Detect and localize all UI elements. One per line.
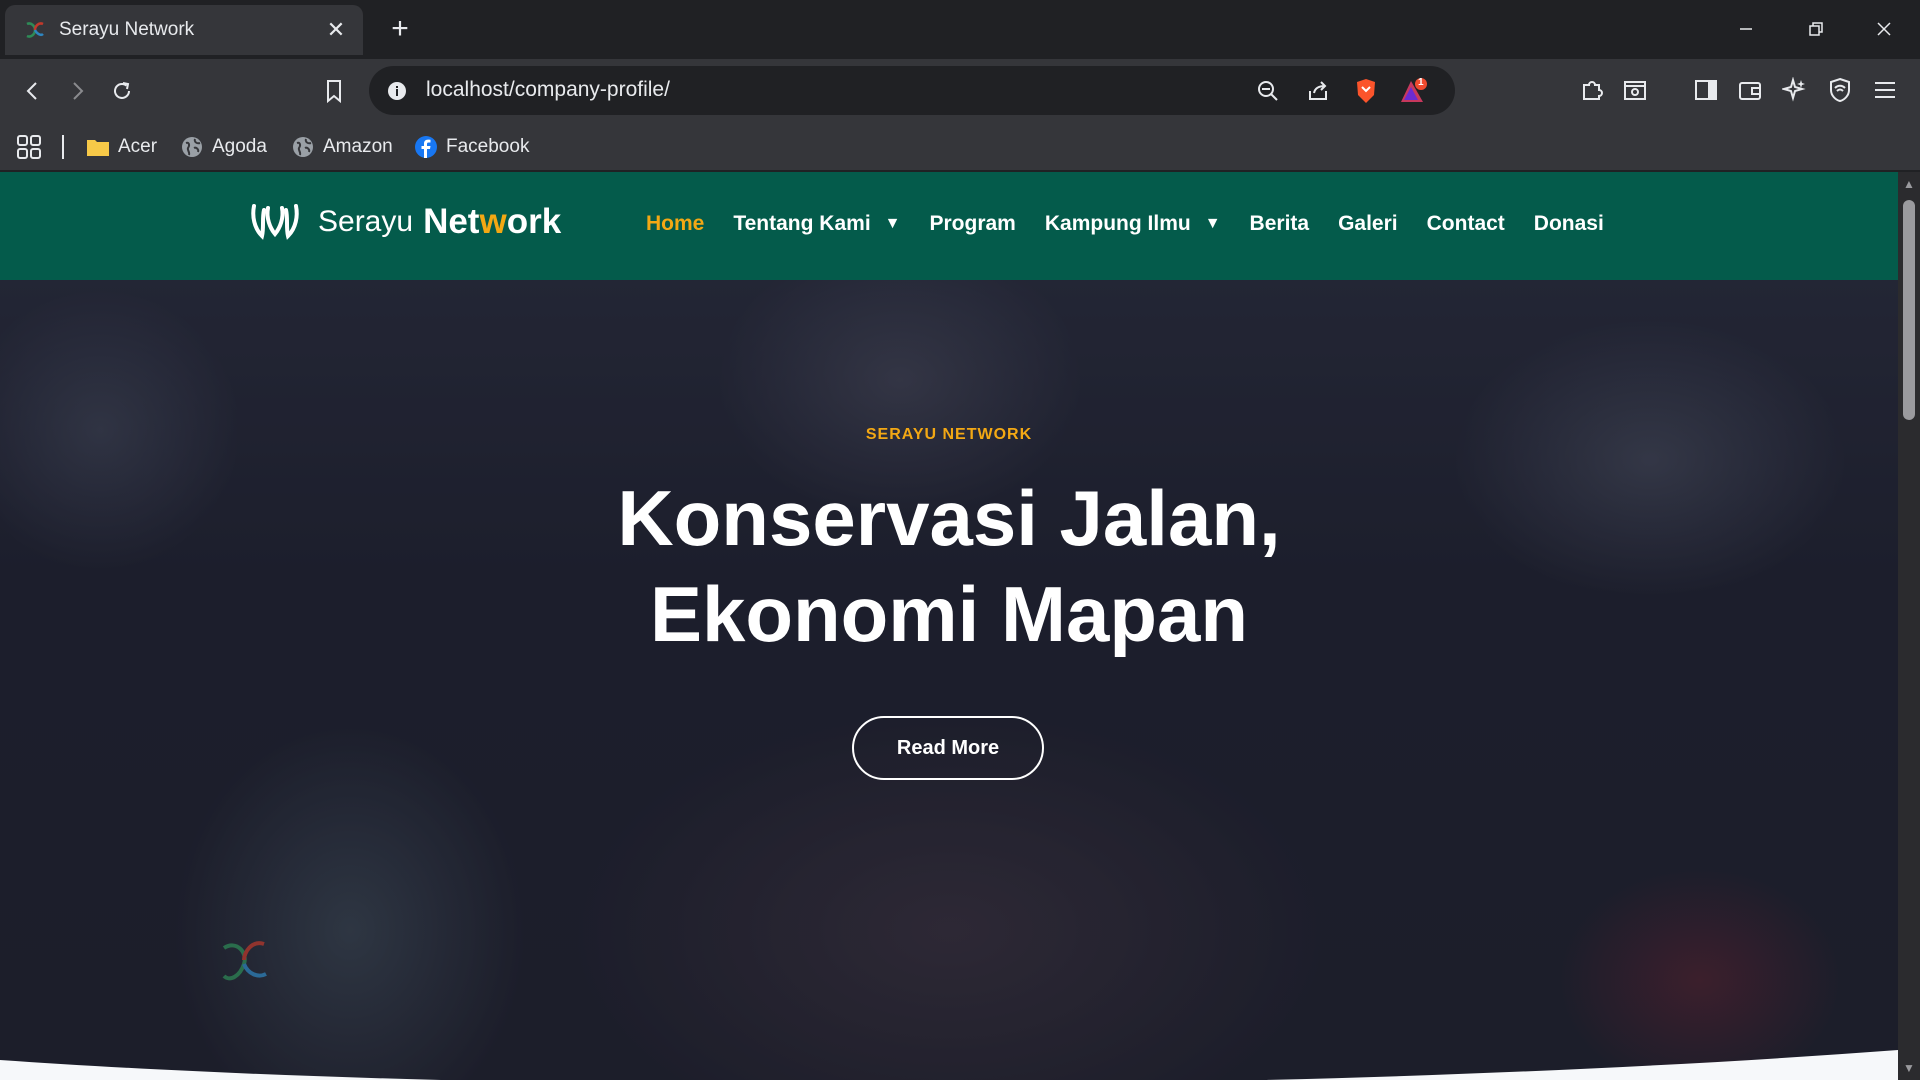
- browser-window: Serayu Network ✕ + localhost/company-pro…: [0, 0, 1920, 1080]
- address-bar[interactable]: localhost/company-profile/ 1: [369, 66, 1455, 115]
- bookmark-acer[interactable]: Acer: [86, 132, 157, 162]
- site-navbar: Serayu Network Home Tentang Kami ▼ Progra…: [0, 172, 1898, 280]
- bookmarks-divider: [62, 135, 64, 159]
- wallet-icon[interactable]: [1733, 73, 1767, 107]
- forward-icon[interactable]: [57, 71, 97, 111]
- screenshot-icon[interactable]: [1618, 73, 1652, 107]
- logo-text-bold-post: ork: [506, 202, 562, 241]
- menu-item-program[interactable]: Program: [930, 212, 1016, 236]
- facebook-icon: [414, 135, 438, 159]
- menu-item-label: Donasi: [1533, 212, 1604, 235]
- menu-item-label: Home: [646, 212, 705, 235]
- apps-icon[interactable]: [16, 132, 42, 162]
- menu-item-home[interactable]: Home: [646, 212, 704, 236]
- leo-ai-icon[interactable]: [1778, 73, 1812, 107]
- zoom-out-icon[interactable]: [1253, 76, 1283, 106]
- menu-item-label: Contact: [1426, 212, 1505, 235]
- hero-headline: Konservasi Jalan, Ekonomi Mapan: [0, 470, 1898, 662]
- brave-rewards-icon[interactable]: 1: [1399, 76, 1429, 106]
- page-viewport: Serayu Network Home Tentang Kami ▼ Progra…: [0, 172, 1898, 1080]
- scroll-up-icon[interactable]: ▲: [1903, 178, 1915, 190]
- dropdown-caret-icon: ▼: [884, 215, 901, 232]
- bookmark-label: Acer: [118, 136, 158, 157]
- main-menu: Home Tentang Kami ▼ Program Kampung Ilmu ▼…: [646, 212, 1633, 236]
- menu-item-contact[interactable]: Contact: [1427, 212, 1505, 236]
- extensions-icon[interactable]: [1575, 73, 1609, 107]
- hero-section: SERAYU NETWORK Konservasi Jalan, Ekonomi…: [0, 280, 1898, 1080]
- menu-item-tentang-kami[interactable]: Tentang Kami ▼: [733, 212, 900, 236]
- logo-text-light: Serayu: [318, 205, 414, 238]
- site-logo[interactable]: Serayu Network: [250, 202, 561, 242]
- menu-item-berita[interactable]: Berita: [1250, 212, 1310, 236]
- bookmark-label: Amazon: [323, 136, 393, 157]
- share-icon[interactable]: [1303, 76, 1333, 106]
- rewards-badge: 1: [1418, 77, 1424, 88]
- logo-text-accent: w: [479, 202, 507, 241]
- logo-text-bold: Network: [423, 202, 561, 242]
- close-window-icon[interactable]: [1862, 10, 1906, 48]
- globe-icon: [180, 135, 204, 159]
- hero-headline-line-2: Ekonomi Mapan: [649, 570, 1249, 658]
- bookmark-label: Agoda: [212, 136, 267, 157]
- brave-shields-icon[interactable]: [1351, 76, 1381, 106]
- folder-icon: [86, 135, 110, 159]
- bookmark-label: Facebook: [446, 136, 530, 157]
- minimize-icon[interactable]: [1724, 10, 1768, 48]
- page-scrollbar[interactable]: ▲ ▼: [1898, 172, 1920, 1080]
- scrollbar-thumb[interactable]: [1903, 200, 1915, 420]
- bookmark-facebook[interactable]: Facebook: [414, 132, 529, 162]
- menu-item-label: Program: [929, 212, 1016, 235]
- scroll-down-icon[interactable]: ▼: [1903, 1062, 1915, 1074]
- bookmark-agoda[interactable]: Agoda: [180, 132, 267, 162]
- menu-icon[interactable]: [1868, 73, 1902, 107]
- tab-close-icon[interactable]: ✕: [323, 17, 349, 43]
- reload-icon[interactable]: [102, 71, 142, 111]
- menu-item-label: Kampung Ilmu: [1044, 212, 1191, 235]
- hero-eyebrow: SERAYU NETWORK: [865, 426, 1033, 443]
- bookmark-amazon[interactable]: Amazon: [291, 132, 393, 162]
- bookmarks-bar: Acer Agoda Amazon Facebook: [0, 123, 1920, 171]
- hero-bottom-wave: [0, 1050, 1898, 1080]
- browser-toolbar: localhost/company-profile/ 1: [0, 59, 1920, 123]
- tab-serayu-network[interactable]: Serayu Network ✕: [5, 5, 363, 55]
- watermark-emblem-icon: [222, 941, 267, 981]
- url-text[interactable]: localhost/company-profile/: [426, 78, 670, 102]
- new-tab-button[interactable]: +: [385, 14, 415, 44]
- read-more-button[interactable]: Read More: [852, 716, 1044, 780]
- menu-item-galeri[interactable]: Galeri: [1338, 212, 1398, 236]
- menu-item-label: Berita: [1249, 212, 1310, 235]
- site-favicon-icon: [26, 22, 44, 38]
- menu-item-kampung-ilmu[interactable]: Kampung Ilmu ▼: [1045, 212, 1221, 236]
- dropdown-caret-icon: ▼: [1204, 215, 1221, 232]
- back-icon[interactable]: [13, 71, 53, 111]
- menu-item-label: Galeri: [1338, 212, 1398, 235]
- site-info-icon[interactable]: [382, 76, 412, 106]
- sidebar-icon[interactable]: [1689, 73, 1723, 107]
- vpn-icon[interactable]: [1823, 73, 1857, 107]
- bookmark-icon[interactable]: [314, 71, 354, 111]
- menu-item-label: Tentang Kami: [733, 212, 871, 235]
- tab-strip: Serayu Network ✕ +: [0, 0, 1920, 59]
- logo-text-bold-pre: Net: [423, 202, 480, 241]
- restore-icon[interactable]: [1794, 10, 1838, 48]
- menu-item-donasi[interactable]: Donasi: [1534, 212, 1604, 236]
- logo-mark-icon: [251, 204, 299, 240]
- globe-icon: [291, 135, 315, 159]
- tab-title: Serayu Network: [59, 19, 195, 40]
- hero-headline-line-1: Konservasi Jalan,: [617, 474, 1281, 562]
- hero-background-photo: [0, 280, 1898, 1080]
